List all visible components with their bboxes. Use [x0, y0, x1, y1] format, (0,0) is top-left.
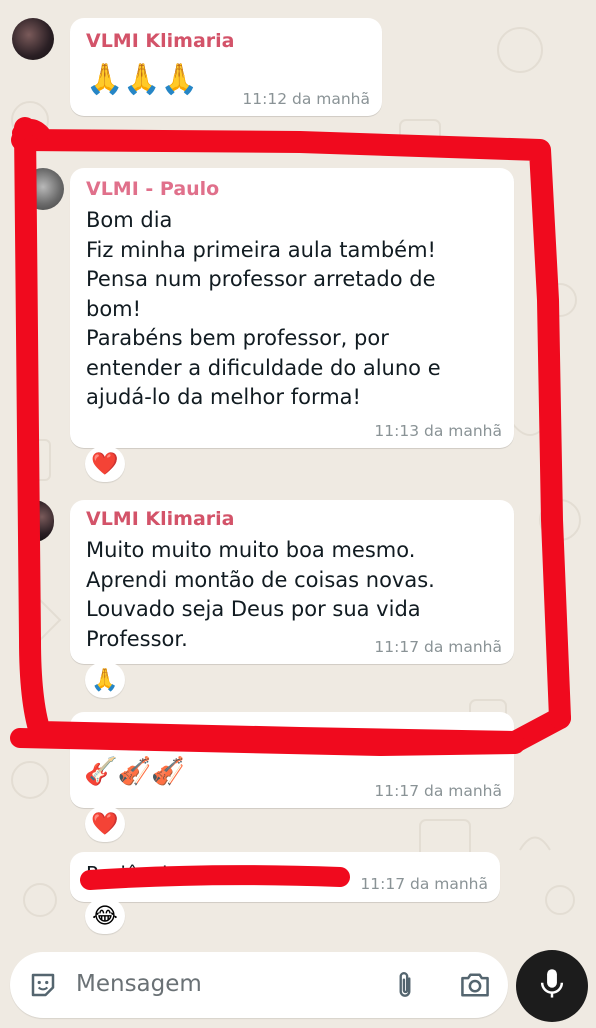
message-bubble[interactable]: 🎸🎻🎻 11:17 da manhã — [70, 712, 514, 808]
mic-button[interactable] — [516, 950, 588, 1022]
message-text: Muito muito muito boa mesmo. Aprendi mon… — [86, 538, 435, 651]
reaction-badge[interactable]: 🙏 — [85, 662, 125, 698]
reaction-badge[interactable]: ❤️ — [85, 806, 125, 842]
message-time: 11:13 da manhã — [374, 422, 502, 440]
message-time: 11:17 da manhã — [374, 638, 502, 656]
reaction-badge[interactable]: ❤️ — [85, 446, 125, 482]
message-emoji: 🙏🙏🙏 — [86, 62, 199, 97]
sender-name: VLMI Klimaria — [86, 508, 235, 530]
sender-name: VLMI Klimaria — [86, 30, 235, 52]
message-bubble[interactable]: VLMI Klimaria Muito muito muito boa mesm… — [70, 500, 514, 664]
avatar[interactable] — [12, 18, 54, 60]
message-time: 11:17 da manhã — [374, 782, 502, 800]
message-input-bar[interactable]: Mensagem — [10, 952, 508, 1018]
message-bubble[interactable]: VLMI - Paulo Bom dia Fiz minha primeira … — [70, 168, 514, 448]
camera-icon[interactable] — [456, 968, 494, 1002]
message-bubble[interactable]: Paciência ... kkkkk 11:17 da manhã — [70, 852, 500, 902]
message-time: 11:17 da manhã — [360, 875, 488, 893]
reaction-badge[interactable]: 😂 — [85, 898, 125, 934]
mic-icon — [539, 968, 565, 1004]
message-text: Bom dia Fiz minha primeira aula também! … — [86, 208, 441, 409]
avatar[interactable] — [22, 168, 64, 210]
attach-icon[interactable] — [388, 968, 422, 1002]
message-input[interactable]: Mensagem — [76, 971, 202, 997]
message-emoji: 🎸🎻🎻 — [84, 756, 185, 787]
sticker-icon[interactable] — [26, 968, 60, 1002]
sender-name: VLMI - Paulo — [86, 178, 220, 200]
message-time: 11:12 da manhã — [242, 90, 370, 108]
message-bubble[interactable]: VLMI Klimaria 🙏🙏🙏 11:12 da manhã — [70, 18, 382, 116]
message-text: Paciência ... kkkkk — [86, 862, 270, 886]
